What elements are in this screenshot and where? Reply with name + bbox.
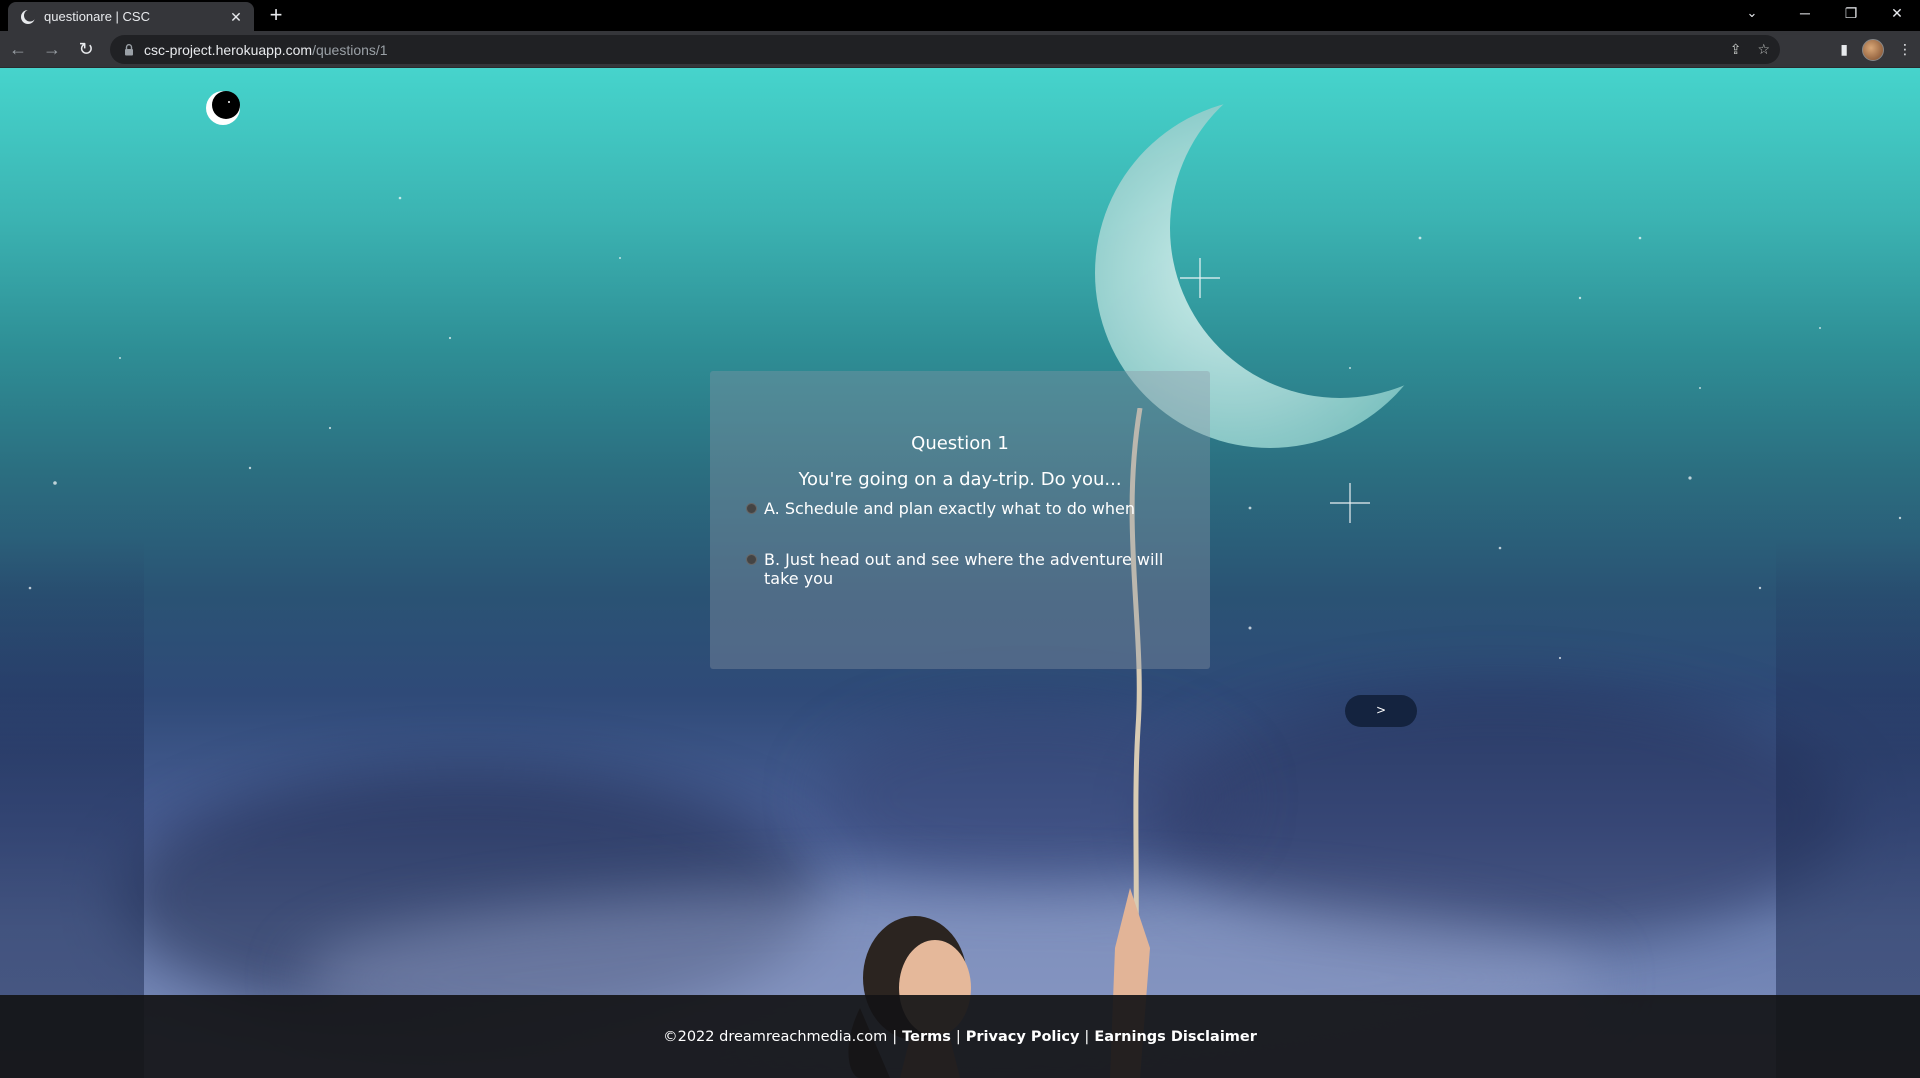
footer-link-terms[interactable]: Terms [902,1029,951,1045]
radio-button-b[interactable] [746,554,757,565]
close-window-icon[interactable]: ✕ [1874,0,1920,28]
question-card: Question 1 You're going on a day-trip. D… [710,371,1210,669]
toolbar-actions: ▮ ⋮ [1840,31,1912,68]
questionnaire-page: Question 1 You're going on a day-trip. D… [0,68,1920,1078]
moon-logo-icon [21,9,36,24]
url-path: /questions/1 [312,41,388,58]
next-button[interactable]: > [1345,695,1417,727]
new-tab-button[interactable]: + [262,2,290,30]
menu-kebab-icon[interactable]: ⋮ [1898,41,1912,58]
question-heading: Question 1 [911,433,1009,454]
window-controls: ─ ❐ ✕ [1782,0,1920,28]
tab-close-icon[interactable]: ✕ [228,9,244,25]
forward-icon[interactable]: → [36,34,68,64]
question-text: You're going on a day-trip. Do you... [798,469,1122,490]
reload-icon[interactable]: ↻ [70,34,102,64]
omnibox-actions: ⇪ ☆ [1730,35,1770,64]
footer: ©2022 dreamreachmedia.com | Terms | Priv… [0,995,1920,1078]
restore-icon[interactable]: ❐ [1828,0,1874,28]
browser-toolbar: ← → ↻ csc-project.herokuapp.com/question… [0,31,1920,68]
back-icon[interactable]: ← [2,34,34,64]
browser-titlebar: questionare | CSC ✕ + ⌄ ─ ❐ ✕ [0,0,1920,31]
share-icon[interactable]: ⇪ [1730,41,1742,58]
browser-tab[interactable]: questionare | CSC ✕ [8,2,254,31]
moon-logo-icon[interactable] [205,90,241,126]
footer-separator: | [892,1028,898,1045]
address-bar[interactable]: csc-project.herokuapp.com/questions/1 ⇪ … [110,35,1780,64]
option-b[interactable]: B. Just head out and see where the adven… [746,550,1186,588]
minimize-icon[interactable]: ─ [1782,0,1828,28]
radio-button-a[interactable] [746,503,757,514]
bookmark-star-icon[interactable]: ☆ [1757,41,1770,58]
tab-search-icon[interactable]: ⌄ [1732,0,1772,28]
footer-copyright: ©2022 dreamreachmedia.com [663,1028,888,1045]
option-a[interactable]: A. Schedule and plan exactly what to do … [746,499,1186,518]
footer-link-earnings[interactable]: Earnings Disclaimer [1094,1029,1257,1045]
tab-title: questionare | CSC [44,9,150,24]
option-a-label: A. Schedule and plan exactly what to do … [764,499,1135,518]
side-panel-icon[interactable]: ▮ [1840,41,1848,58]
option-b-label: B. Just head out and see where the adven… [764,550,1164,588]
url-host: csc-project.herokuapp.com [144,41,313,58]
footer-separator: | [955,1028,961,1045]
lock-icon [125,43,133,55]
footer-link-privacy[interactable]: Privacy Policy [966,1029,1080,1045]
profile-avatar[interactable] [1862,38,1884,61]
footer-separator: | [1084,1028,1090,1045]
